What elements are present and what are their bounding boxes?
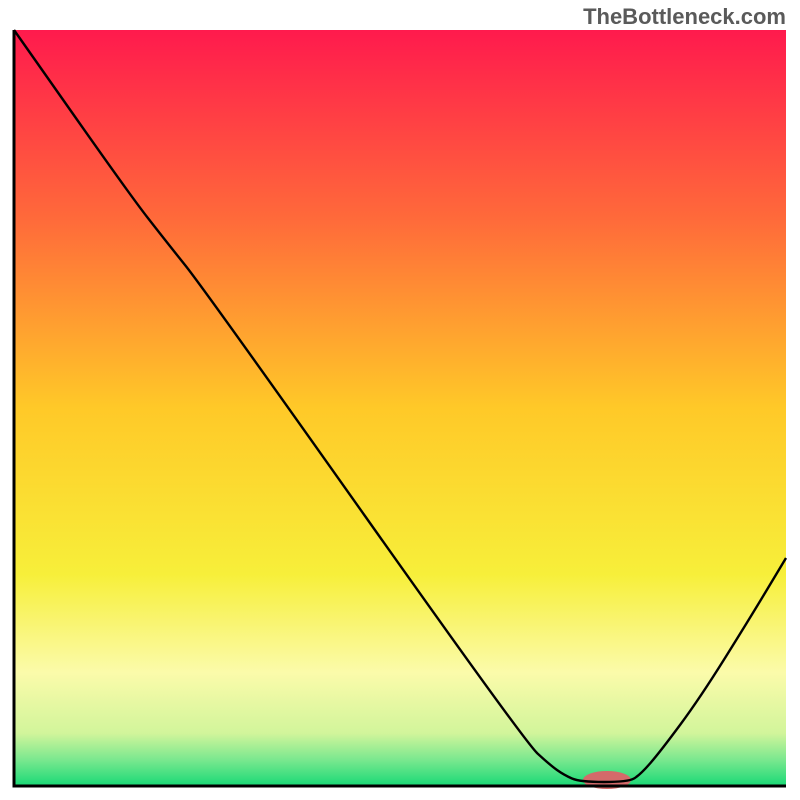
watermark-text: TheBottleneck.com	[583, 4, 786, 30]
plot-background	[14, 30, 786, 786]
chart-container: TheBottleneck.com	[0, 0, 800, 800]
bottleneck-chart	[0, 0, 800, 800]
